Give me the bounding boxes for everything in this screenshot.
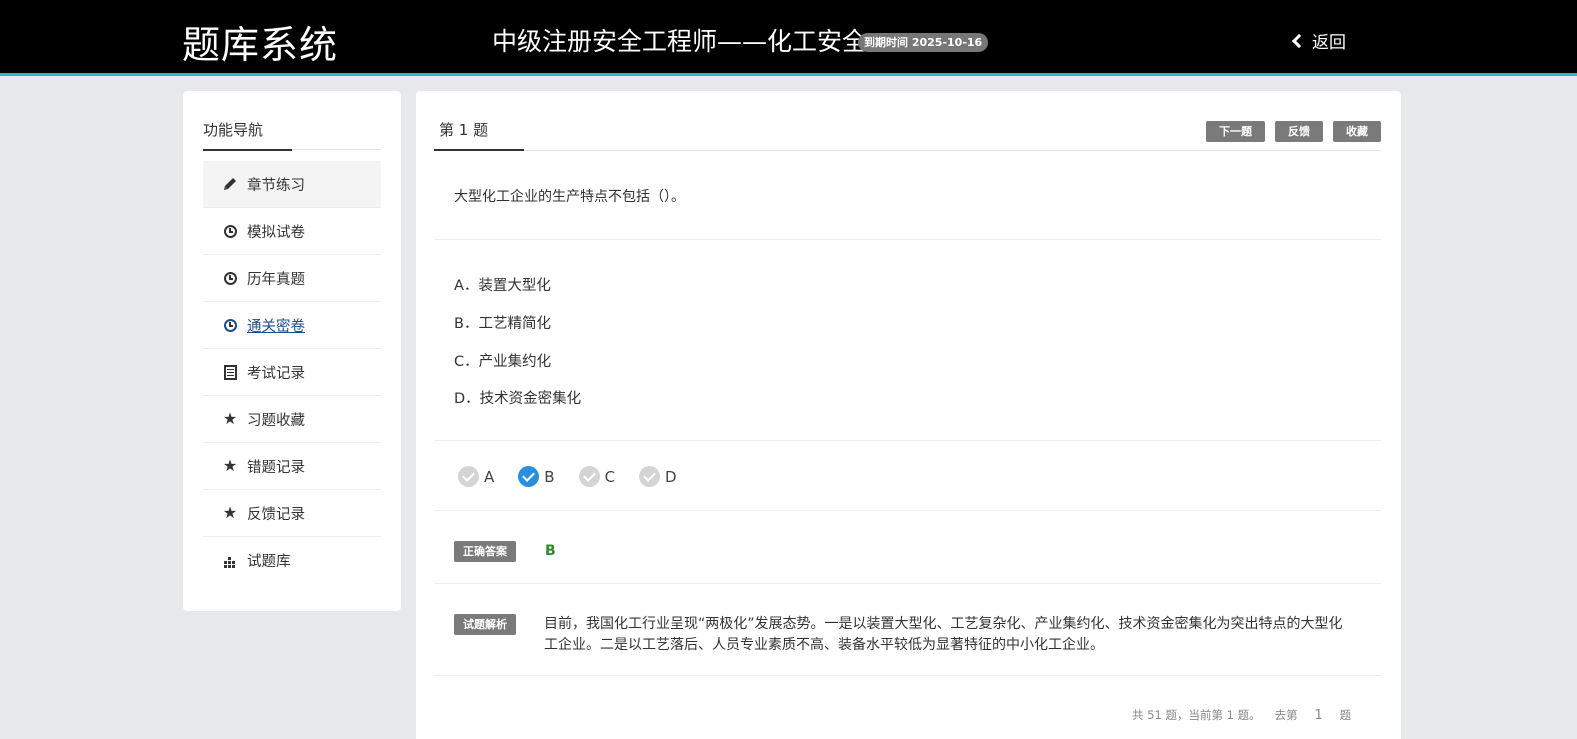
feedback-button[interactable]: 反馈 <box>1275 121 1323 142</box>
top-bar: 题库系统 中级注册安全工程师——化工安全 到期时间 2025-10-16 返回 <box>0 0 1577 76</box>
clock-icon <box>221 222 239 240</box>
document-icon <box>221 363 239 381</box>
sidebar-item-label: 错题记录 <box>247 459 305 476</box>
check-circle-icon <box>639 466 661 487</box>
sidebar-item-label: 模拟试卷 <box>247 224 305 241</box>
sidebar-item-exam-records[interactable]: 考试记录 <box>203 349 381 396</box>
choice-d[interactable]: D <box>639 466 677 487</box>
next-question-button[interactable]: 下一题 <box>1206 121 1265 142</box>
choice-label: C <box>604 467 616 486</box>
sidebar-item-label: 反馈记录 <box>247 506 305 523</box>
sidebar-item-wrong-records[interactable]: ★ 错题记录 <box>203 443 381 490</box>
sidebar-item-past-exams[interactable]: 历年真题 <box>203 255 381 302</box>
pager-summary: 共 51 题，当前第 1 题。 <box>1132 708 1261 722</box>
choice-b[interactable]: B <box>518 466 555 487</box>
option-d: D．技术资金密集化 <box>454 391 582 407</box>
sidebar-item-label: 历年真题 <box>247 271 305 288</box>
answer-choices: A B C D <box>458 466 701 487</box>
sidebar-title: 功能导航 <box>203 121 264 139</box>
choice-a[interactable]: A <box>458 466 494 487</box>
bar-chart-icon <box>221 552 239 570</box>
pager-goto-suffix: 题 <box>1339 708 1352 722</box>
back-label: 返回 <box>1312 33 1346 53</box>
sidebar-item-label: 习题收藏 <box>247 412 305 429</box>
analysis-text: 目前，我国化工行业呈现“两极化”发展态势。一是以装置大型化、工艺复杂化、产业集约… <box>544 616 1343 653</box>
sidebar-title-underline <box>203 149 292 151</box>
page-number-input[interactable]: 1 <box>1306 708 1332 723</box>
correct-answer-label: 正确答案 <box>454 541 516 562</box>
check-circle-icon <box>578 466 600 487</box>
sidebar-item-mock-exam[interactable]: 模拟试卷 <box>203 208 381 255</box>
question-title-underline <box>434 149 524 151</box>
favorite-button[interactable]: 收藏 <box>1333 121 1381 142</box>
expire-badge: 到期时间 2025-10-16 <box>858 33 989 52</box>
divider <box>434 239 1381 240</box>
divider <box>434 510 1381 511</box>
sidebar: 功能导航 章节练习 模拟试卷 历年真题 通关密卷 考试记录 ★ 习题收藏 ★ 错… <box>183 91 401 611</box>
chevron-left-icon <box>1291 33 1307 49</box>
divider <box>434 440 1381 441</box>
back-button[interactable]: 返回 <box>1291 28 1346 53</box>
check-circle-icon <box>518 466 540 487</box>
clock-icon <box>221 269 239 287</box>
sidebar-item-secret-papers[interactable]: 通关密卷 <box>203 302 381 349</box>
analysis-label: 试题解析 <box>454 614 516 635</box>
sidebar-item-feedback-records[interactable]: ★ 反馈记录 <box>203 490 381 537</box>
sidebar-item-label: 章节练习 <box>247 177 305 194</box>
sidebar-item-favorites[interactable]: ★ 习题收藏 <box>203 396 381 443</box>
option-c: C．产业集约化 <box>454 354 552 370</box>
star-icon: ★ <box>222 503 238 522</box>
option-b: B．工艺精简化 <box>454 316 551 332</box>
choice-label: D <box>665 467 677 486</box>
choice-label: B <box>544 467 555 486</box>
pager-goto-prefix: 去第 <box>1274 708 1298 722</box>
star-icon: ★ <box>222 456 238 475</box>
divider <box>434 150 1381 151</box>
pagination: 共 51 题，当前第 1 题。 去第 1 题 <box>1132 707 1351 723</box>
option-a: A．装置大型化 <box>454 278 551 294</box>
question-panel: 第 1 题 下一题 反馈 收藏 大型化工企业的生产特点不包括（）。 A．装置大型… <box>416 91 1401 739</box>
divider <box>434 583 1381 584</box>
sidebar-item-question-bank[interactable]: 试题库 <box>203 537 381 584</box>
sidebar-item-label: 通关密卷 <box>247 318 305 335</box>
question-text: 大型化工企业的生产特点不包括（）。 <box>454 189 685 205</box>
check-circle-icon <box>458 466 479 487</box>
divider <box>434 675 1381 676</box>
sidebar-item-label: 考试记录 <box>247 365 305 382</box>
choice-c[interactable]: C <box>578 466 616 487</box>
question-actions: 下一题 反馈 收藏 <box>1206 121 1381 142</box>
app-logo: 题库系统 <box>182 23 339 67</box>
question-number: 第 1 题 <box>439 121 489 139</box>
clock-icon <box>221 316 239 334</box>
choice-label: A <box>484 467 495 486</box>
sidebar-item-chapter-practice[interactable]: 章节练习 <box>203 161 381 208</box>
exam-title: 中级注册安全工程师——化工安全 <box>492 27 868 56</box>
sidebar-item-label: 试题库 <box>247 554 291 570</box>
star-icon: ★ <box>222 409 238 428</box>
sidebar-nav: 章节练习 模拟试卷 历年真题 通关密卷 考试记录 ★ 习题收藏 ★ 错题记录 ★… <box>203 161 381 584</box>
pencil-icon <box>221 175 239 193</box>
correct-answer-value: B <box>545 543 556 559</box>
